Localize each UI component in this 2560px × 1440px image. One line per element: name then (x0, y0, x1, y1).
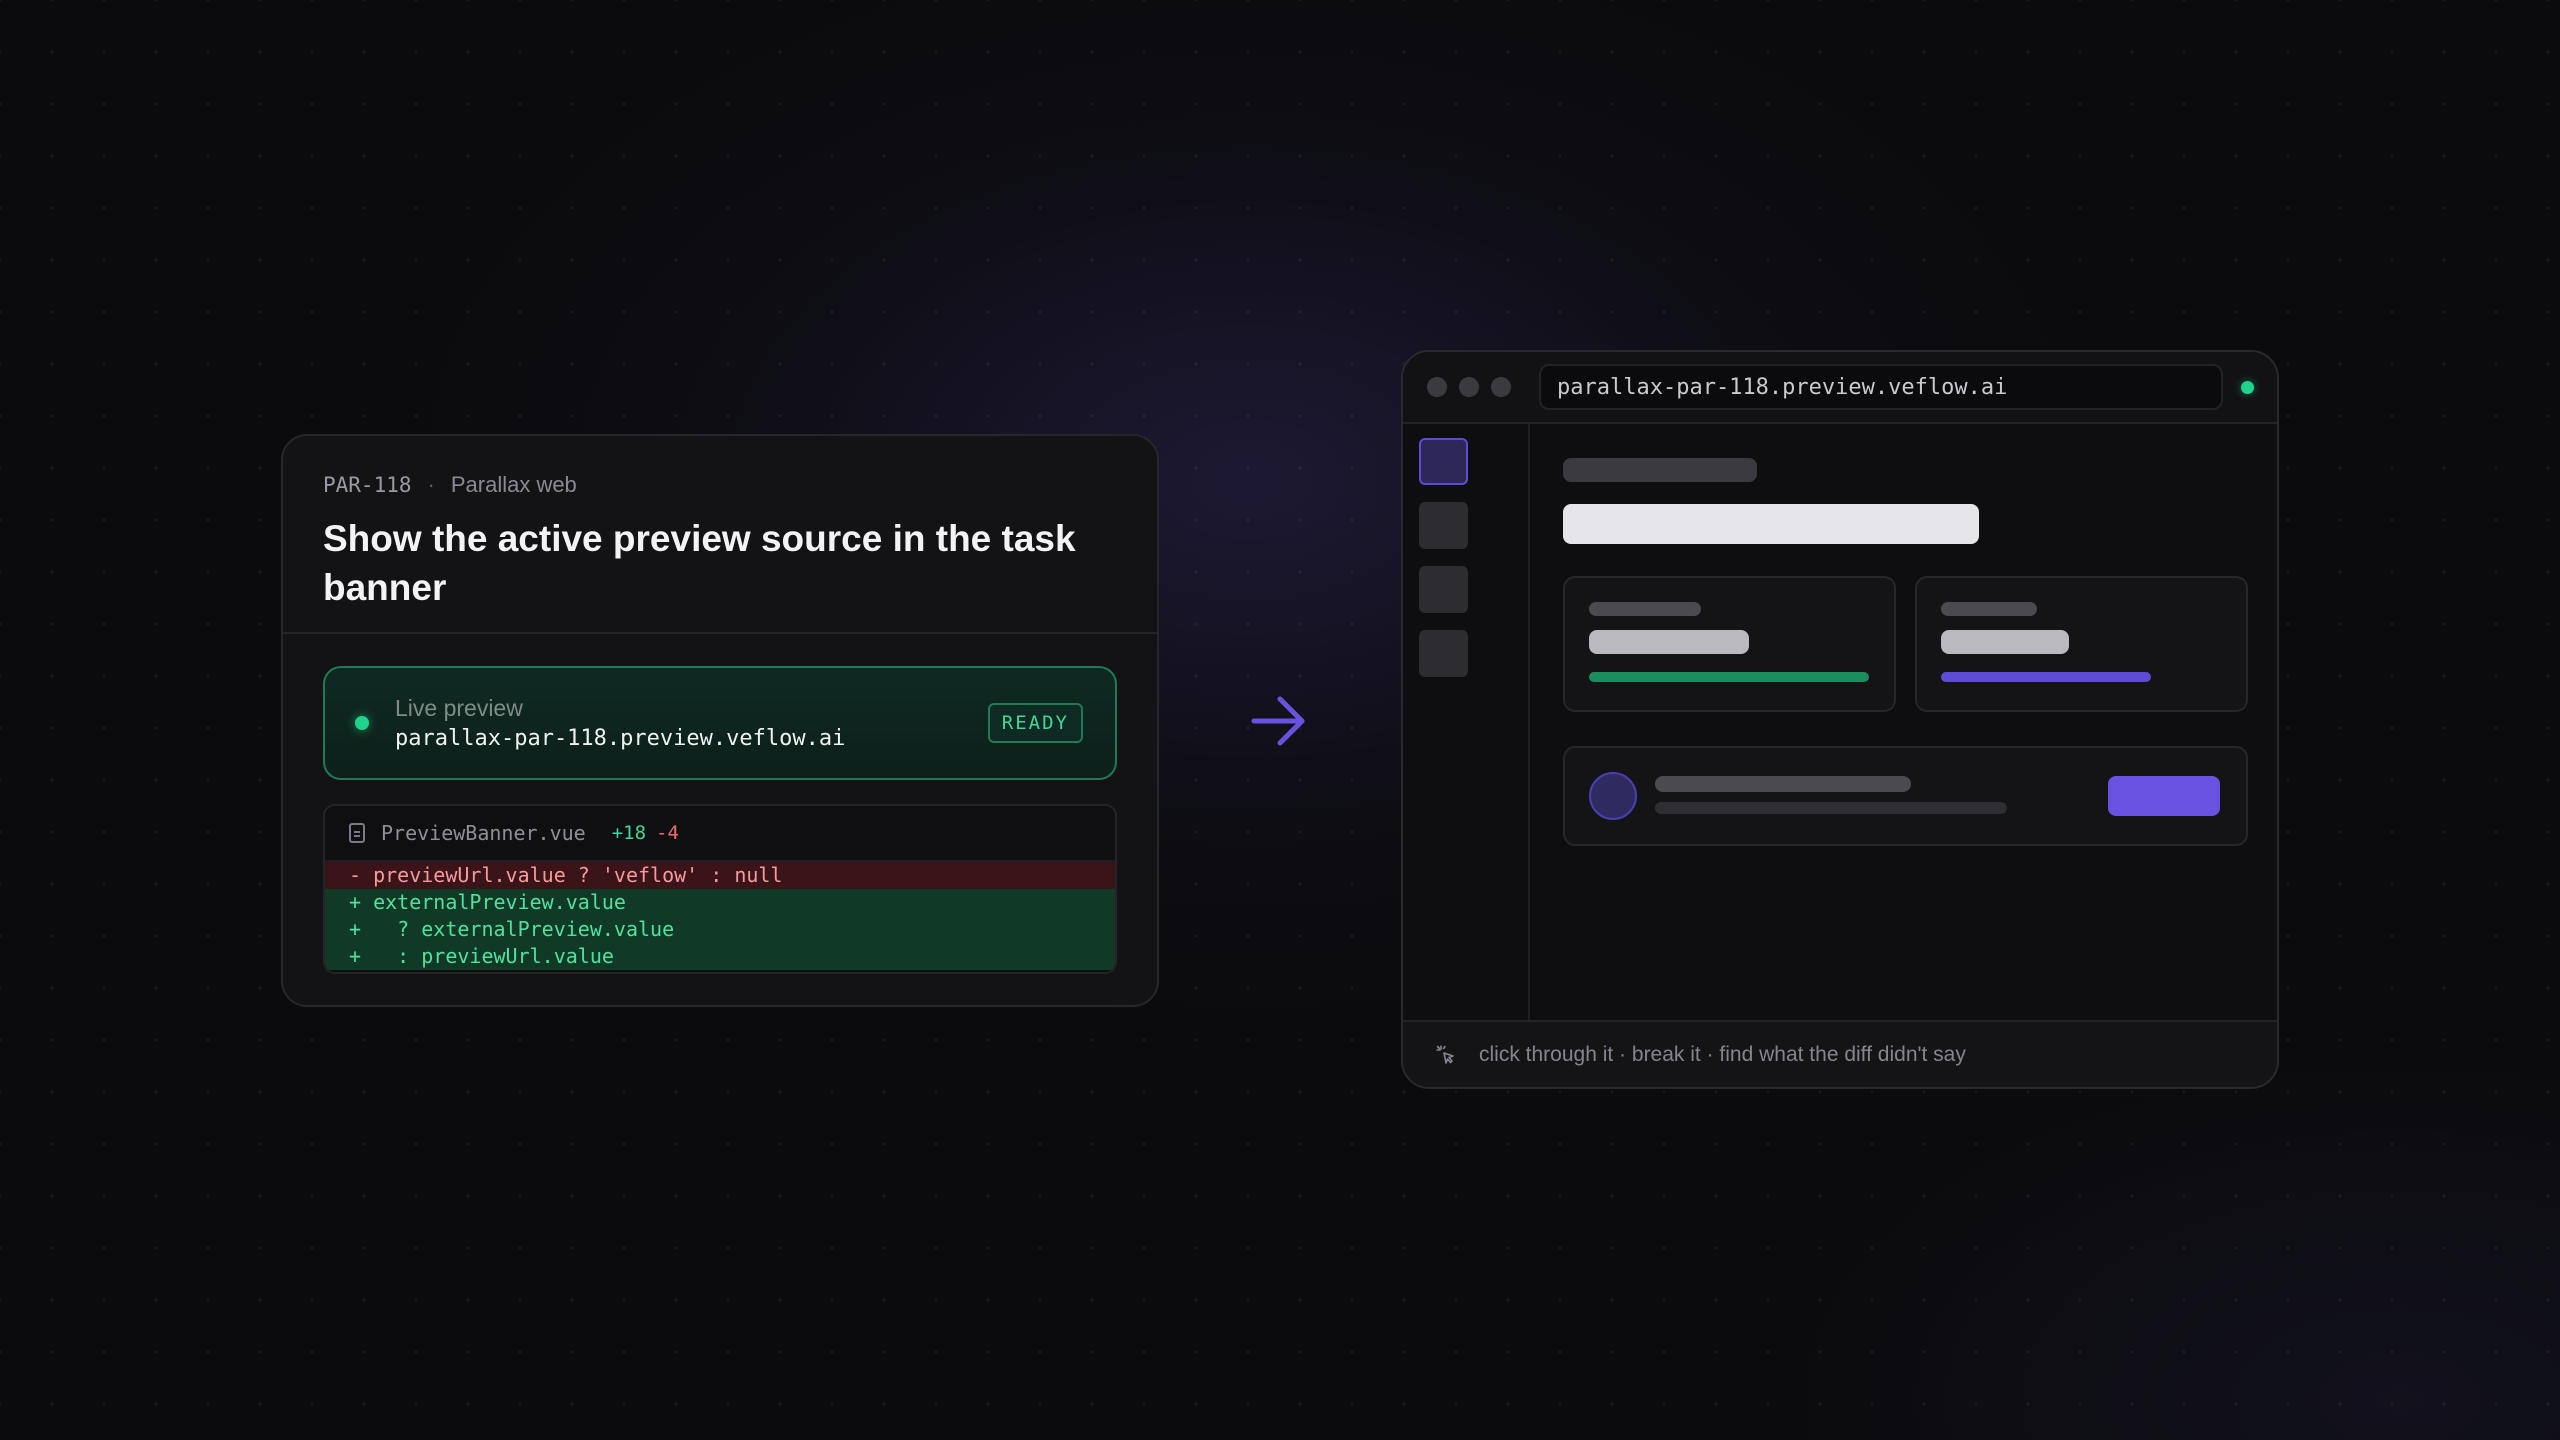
sidebar-item-active[interactable] (1419, 438, 1468, 485)
skeleton-list-item[interactable] (1563, 746, 2248, 846)
sidebar-item[interactable] (1419, 630, 1468, 677)
skeleton-line (1655, 802, 2007, 814)
sidebar-item[interactable] (1419, 566, 1468, 613)
skeleton-line (1941, 630, 2069, 654)
live-status-dot (355, 716, 369, 730)
task-header: PAR-118 · Parallax web Show the active p… (283, 436, 1157, 634)
browser-window: parallax-par-118.preview.veflow.ai click… (1401, 350, 2279, 1089)
browser-toolbar: parallax-par-118.preview.veflow.ai (1403, 352, 2277, 424)
progress-bar (1589, 672, 1869, 682)
live-preview-banner[interactable]: Live preview parallax-par-118.preview.ve… (323, 666, 1117, 780)
minimize-window-button[interactable] (1459, 377, 1479, 397)
task-card: PAR-118 · Parallax web Show the active p… (281, 434, 1159, 1007)
preview-url[interactable]: parallax-par-118.preview.veflow.ai (395, 726, 845, 751)
skeleton-card[interactable] (1915, 576, 2248, 712)
task-id: PAR-118 (323, 473, 412, 497)
sidebar-item[interactable] (1419, 502, 1468, 549)
skeleton-line (1941, 602, 2037, 616)
close-window-button[interactable] (1427, 377, 1447, 397)
file-icon (349, 823, 365, 843)
diff-header[interactable]: PreviewBanner.vue +18 -4 (325, 806, 1115, 862)
skeleton-line (1655, 776, 1911, 792)
footer-hint: click through it · break it · find what … (1479, 1042, 1966, 1066)
progress-bar (1941, 672, 2151, 682)
connection-status-dot (2241, 380, 2254, 394)
maximize-window-button[interactable] (1491, 377, 1511, 397)
project-name: Parallax web (450, 472, 577, 497)
arrow-right-icon (1251, 696, 1305, 746)
diff-deletions: -4 (656, 822, 679, 844)
diff-line: + externalPreview.value (325, 889, 1115, 916)
diff-line: - previewUrl.value ? 'veflow' : null (325, 862, 1115, 889)
address-bar[interactable]: parallax-par-118.preview.veflow.ai (1539, 364, 2223, 410)
task-body: Live preview parallax-par-118.preview.ve… (283, 634, 1157, 974)
preview-text: Live preview parallax-par-118.preview.ve… (395, 695, 845, 751)
skeleton-label (1563, 458, 1757, 482)
skeleton-line (1589, 630, 1749, 654)
diff-additions: +18 (611, 822, 647, 844)
skeleton-line (1589, 602, 1701, 616)
status-badge: READY (987, 703, 1083, 743)
skeleton-title (1563, 504, 1979, 544)
diff-line: + : previewUrl.value (325, 943, 1115, 970)
task-meta: PAR-118 · Parallax web (323, 472, 1117, 498)
diff-panel: PreviewBanner.vue +18 -4 - previewUrl.va… (323, 804, 1117, 974)
browser-viewport (1403, 424, 2277, 1022)
preview-label: Live preview (395, 695, 523, 721)
skeleton-card[interactable] (1563, 576, 1896, 712)
app-sidebar (1403, 424, 1530, 1022)
meta-separator: · (427, 472, 435, 497)
avatar (1589, 772, 1637, 820)
browser-footer: click through it · break it · find what … (1403, 1020, 2277, 1087)
diff-filename: PreviewBanner.vue (381, 821, 586, 845)
diff-line: + ? externalPreview.value (325, 916, 1115, 943)
click-pointer-icon (1436, 1044, 1454, 1064)
task-title: Show the active preview source in the ta… (323, 518, 1076, 608)
window-controls (1427, 377, 1511, 397)
skeleton-action-button[interactable] (2108, 776, 2220, 816)
